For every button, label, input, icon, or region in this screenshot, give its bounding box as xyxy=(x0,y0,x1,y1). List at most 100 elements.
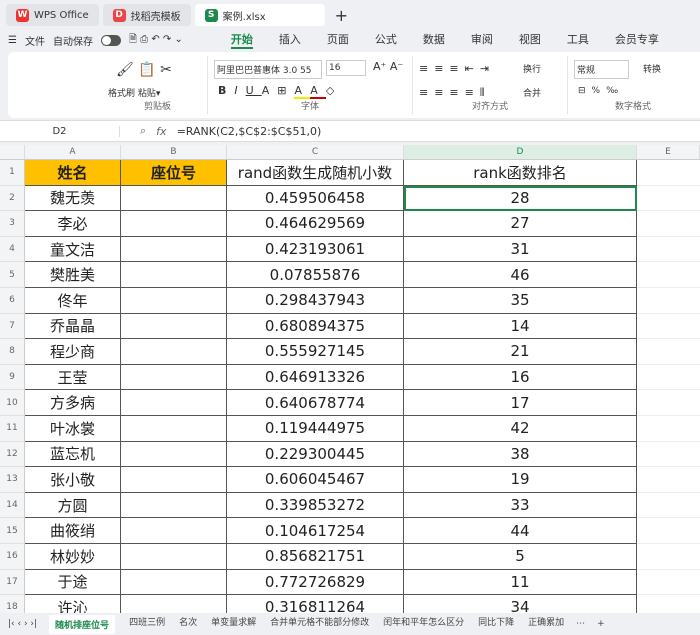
convert-button[interactable]: 转换 xyxy=(643,62,661,75)
name-cell[interactable]: 李必 xyxy=(25,211,121,237)
sheet-tab[interactable]: 名次 xyxy=(179,615,197,634)
menu-formula[interactable]: 公式 xyxy=(375,31,397,49)
add-sheet-button[interactable]: + xyxy=(597,619,605,629)
sheet-tab[interactable]: 单变量求解 xyxy=(211,615,256,634)
sheet-tab[interactable]: 闰年和平年怎么区分 xyxy=(383,615,464,634)
autosave-toggle[interactable] xyxy=(100,34,121,46)
rank-cell[interactable]: 17 xyxy=(404,390,637,416)
empty-cell[interactable] xyxy=(637,211,700,237)
empty-cell[interactable] xyxy=(637,493,700,519)
rank-cell[interactable]: 19 xyxy=(404,467,637,493)
rand-cell[interactable]: 0.119444975 xyxy=(227,415,404,442)
rand-cell[interactable]: 0.423193061 xyxy=(227,236,404,263)
row-header[interactable]: 16 xyxy=(0,543,25,570)
rand-cell[interactable]: 0.339853272 xyxy=(227,492,404,519)
rand-cell[interactable]: 0.856821751 xyxy=(227,543,404,570)
rank-cell[interactable]: 31 xyxy=(404,236,637,263)
seat-cell[interactable] xyxy=(121,492,227,519)
seat-cell[interactable] xyxy=(121,441,227,468)
empty-cell[interactable] xyxy=(637,160,700,186)
rank-cell[interactable]: 46 xyxy=(404,262,637,288)
format-painter-button[interactable]: 格式刷 xyxy=(108,89,135,99)
name-cell[interactable]: 乔晶晶 xyxy=(25,313,121,340)
name-cell[interactable]: 方圆 xyxy=(25,492,121,519)
font-name-select[interactable]: 阿里巴巴普惠体 3.0 55 xyxy=(214,60,322,79)
empty-cell[interactable] xyxy=(637,442,700,468)
rank-cell[interactable]: 42 xyxy=(404,415,637,442)
sheet-tab[interactable]: 随机排座位号 xyxy=(49,614,116,634)
name-cell[interactable]: 佟年 xyxy=(25,287,121,314)
menu-view[interactable]: 视图 xyxy=(519,31,541,49)
column-header[interactable]: E xyxy=(637,145,700,159)
zoom-icon[interactable]: ⌕ xyxy=(140,124,146,138)
rand-cell[interactable]: 0.464629569 xyxy=(227,211,404,237)
rand-cell[interactable]: 0.640678774 xyxy=(227,390,404,416)
halign-buttons[interactable]: ≡≡≡≡⫴ xyxy=(419,86,491,100)
empty-cell[interactable] xyxy=(637,314,700,340)
rank-cell[interactable]: 5 xyxy=(404,543,637,570)
name-cell[interactable]: 叶冰裳 xyxy=(25,415,121,442)
empty-cell[interactable] xyxy=(637,570,700,596)
name-cell[interactable]: 张小敬 xyxy=(25,467,121,493)
sheet-tab[interactable]: 同比下降 xyxy=(478,615,514,634)
name-cell[interactable]: 方多病 xyxy=(25,390,121,416)
sheet-tab[interactable]: 正确累加 xyxy=(528,615,564,634)
header-cell[interactable]: 姓名 xyxy=(25,160,121,186)
rank-cell[interactable]: 11 xyxy=(404,569,637,596)
column-header[interactable]: C xyxy=(227,145,404,159)
seat-cell[interactable] xyxy=(121,569,227,596)
tab-templates[interactable]: D 找稻壳模板 xyxy=(102,4,191,26)
rank-cell[interactable]: 27 xyxy=(404,211,637,237)
column-header[interactable]: A xyxy=(25,145,121,159)
name-cell[interactable]: 林妙妙 xyxy=(25,543,121,570)
name-cell[interactable]: 魏无羡 xyxy=(25,185,121,212)
clipboard-icons[interactable]: 🖌 📋 ✂ xyxy=(116,62,172,78)
rank-cell[interactable]: 14 xyxy=(404,313,637,340)
empty-cell[interactable] xyxy=(637,262,700,288)
formula-input[interactable]: =RANK(C2,$C$2:$C$51,0) xyxy=(177,125,322,138)
paste-button[interactable]: 粘贴 xyxy=(138,89,156,99)
rand-cell[interactable]: 0.646913326 xyxy=(227,364,404,391)
file-menu[interactable]: 文件 xyxy=(25,33,45,48)
rank-cell[interactable]: 33 xyxy=(404,492,637,519)
seat-cell[interactable] xyxy=(121,390,227,416)
name-cell[interactable]: 曲筱绡 xyxy=(25,518,121,544)
row-header[interactable]: 4 xyxy=(0,236,25,263)
rand-cell[interactable]: 0.555927145 xyxy=(227,339,404,365)
empty-cell[interactable] xyxy=(637,416,700,442)
menu-data[interactable]: 数据 xyxy=(423,31,445,49)
seat-cell[interactable] xyxy=(121,364,227,391)
seat-cell[interactable] xyxy=(121,467,227,493)
row-header[interactable]: 5 xyxy=(0,262,25,288)
wrap-button[interactable]: 换行 xyxy=(523,62,541,75)
row-header[interactable]: 11 xyxy=(0,415,25,442)
rank-cell[interactable]: 21 xyxy=(404,339,637,365)
empty-cell[interactable] xyxy=(637,288,700,314)
row-header[interactable]: 1 xyxy=(0,160,25,186)
row-header[interactable]: 7 xyxy=(0,313,25,340)
menu-icon[interactable]: ☰ xyxy=(8,35,17,46)
empty-cell[interactable] xyxy=(637,186,700,212)
seat-cell[interactable] xyxy=(121,287,227,314)
seat-cell[interactable] xyxy=(121,339,227,365)
rand-cell[interactable]: 0.606045467 xyxy=(227,467,404,493)
more-sheets-button[interactable]: ⋯ xyxy=(576,619,585,629)
rank-cell[interactable]: 35 xyxy=(404,287,637,314)
rank-cell[interactable]: 38 xyxy=(404,441,637,468)
empty-cell[interactable] xyxy=(637,339,700,365)
row-header[interactable]: 15 xyxy=(0,518,25,544)
seat-cell[interactable] xyxy=(121,518,227,544)
menu-home[interactable]: 开始 xyxy=(230,31,253,49)
rank-cell[interactable]: 44 xyxy=(404,518,637,544)
row-header[interactable]: 13 xyxy=(0,467,25,493)
row-header[interactable]: 3 xyxy=(0,211,25,237)
empty-cell[interactable] xyxy=(637,237,700,263)
name-cell[interactable]: 童文洁 xyxy=(25,236,121,263)
seat-cell[interactable] xyxy=(121,236,227,263)
rand-cell[interactable]: 0.772726829 xyxy=(227,569,404,596)
row-header[interactable]: 9 xyxy=(0,364,25,391)
header-cell[interactable]: 座位号 xyxy=(121,160,227,186)
row-header[interactable]: 8 xyxy=(0,339,25,365)
seat-cell[interactable] xyxy=(121,415,227,442)
rand-cell[interactable]: 0.459506458 xyxy=(227,185,404,212)
